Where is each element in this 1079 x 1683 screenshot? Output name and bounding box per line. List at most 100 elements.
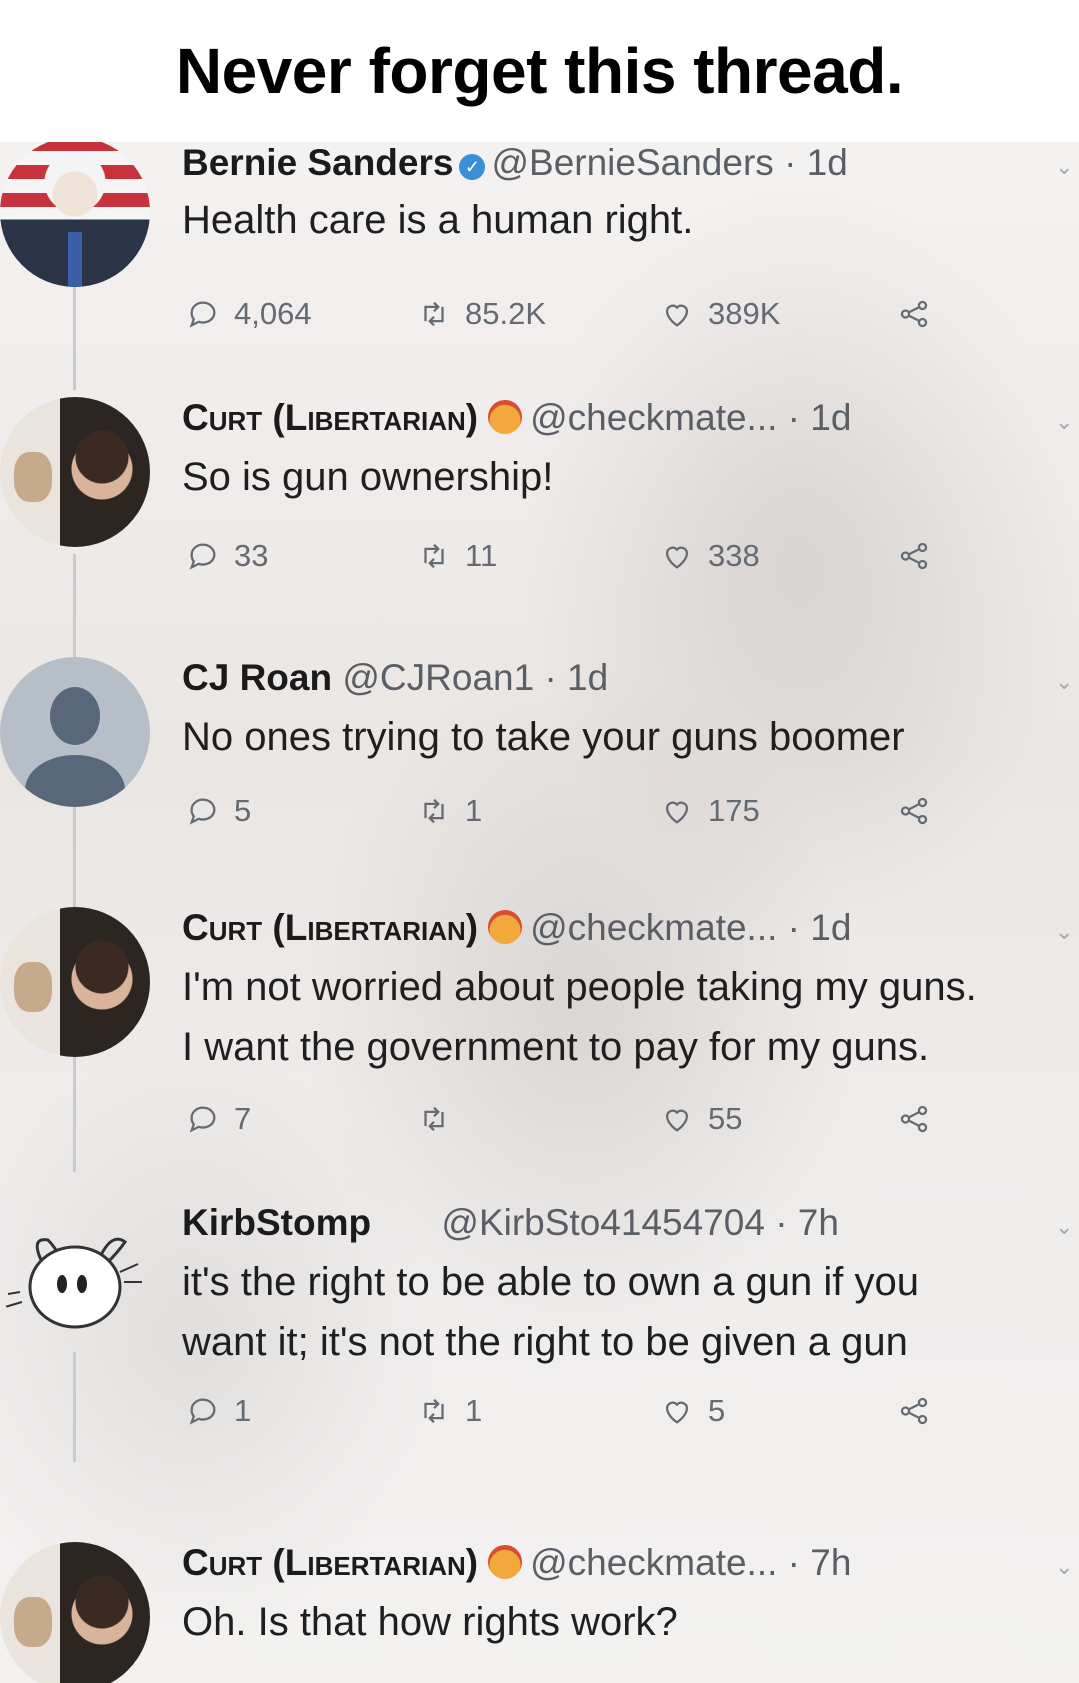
display-name[interactable]: Bernie Sanders [182, 142, 453, 183]
like-button[interactable]: 389K [660, 292, 780, 336]
chevron-down-icon[interactable]: ⌄ [1055, 154, 1073, 180]
tweet-actions: 5 1 175 [0, 789, 1079, 833]
like-count: 338 [708, 538, 760, 573]
like-button[interactable]: 5 [660, 1389, 725, 1433]
reply-bubble-icon [189, 301, 216, 328]
tweet-text: Oh. Is that how rights work? [182, 1600, 678, 1644]
retweet-count: 1 [465, 793, 483, 828]
reply-bubble-icon [189, 1398, 216, 1425]
tweet-header: CJ Roan @CJRoan1 · 1d [182, 657, 608, 699]
share-icon [900, 300, 928, 328]
retweet-button[interactable]: 1 [417, 789, 482, 833]
heart-icon [665, 546, 689, 569]
verified-badge-icon: ✓ [459, 154, 486, 180]
reply-button[interactable]: 1 [186, 1389, 251, 1433]
tweet-actions: 1 1 5 [0, 1389, 1079, 1433]
tweet-header: Bernie Sanders ✓ @BernieSanders · 1d [182, 142, 848, 184]
display-name[interactable]: Curt (Libertarian) [182, 907, 478, 948]
reply-button[interactable]: 33 [186, 534, 268, 578]
retweet-button[interactable]: 85.2K [417, 292, 546, 336]
retweet-count: 1 [465, 1393, 483, 1428]
share-button[interactable] [897, 1097, 931, 1141]
retweet-button[interactable]: 11 [417, 534, 497, 578]
reply-count: 4,064 [234, 296, 312, 331]
user-handle[interactable]: @checkmate... [530, 907, 777, 948]
share-button[interactable] [897, 292, 931, 336]
share-button[interactable] [897, 1389, 931, 1433]
user-handle[interactable]: @BernieSanders [491, 142, 773, 183]
retweet-icon [424, 301, 444, 327]
tweet-header: KirbStomp @KirbSto41454704 · 7h [182, 1202, 839, 1244]
chevron-down-icon[interactable]: ⌄ [1055, 919, 1073, 945]
retweet-icon [424, 1398, 444, 1424]
avatar[interactable] [0, 657, 150, 807]
share-icon [900, 797, 928, 825]
display-name[interactable]: KirbStomp [182, 1202, 371, 1243]
tweet-actions: 33 11 338 [0, 534, 1079, 578]
tweet-actions: 7 55 [0, 1097, 1079, 1141]
share-button[interactable] [897, 534, 931, 578]
avatar[interactable] [0, 1542, 150, 1683]
tweet-text: it's the right to be able to own a gun i… [182, 1260, 919, 1364]
chevron-down-icon[interactable]: ⌄ [1055, 1214, 1073, 1240]
like-button[interactable]: 338 [660, 534, 760, 578]
like-count: 175 [708, 793, 760, 828]
tweet-text: I'm not worried about people taking my g… [182, 965, 977, 1069]
like-button[interactable]: 175 [660, 789, 760, 833]
reply-button[interactable]: 7 [186, 1097, 251, 1141]
tweet-header: Curt (Libertarian) @checkmate... · 1d [182, 907, 851, 949]
heart-icon [665, 1109, 689, 1132]
angry-emoji-icon [488, 1545, 523, 1579]
tweet-header: Curt (Libertarian) @checkmate... · 1d [182, 397, 851, 439]
heart-icon [665, 304, 689, 327]
reply-button[interactable]: 4,064 [186, 292, 312, 336]
like-button[interactable]: 55 [660, 1097, 742, 1141]
tweet-text: No ones trying to take your guns boomer [182, 715, 905, 759]
reply-button[interactable]: 5 [186, 789, 251, 833]
retweet-button[interactable] [417, 1097, 465, 1141]
chevron-down-icon[interactable]: ⌄ [1055, 669, 1073, 695]
avatar[interactable] [0, 397, 150, 547]
tweet-thread-screenshot: Bernie Sanders ✓ @BernieSanders · 1d ⌄ Hea… [0, 142, 1079, 1683]
display-name[interactable]: CJ Roan [182, 657, 332, 698]
timestamp[interactable]: · 1d [788, 907, 852, 948]
retweet-count: 85.2K [465, 296, 547, 331]
reply-bubble-icon [189, 798, 216, 825]
user-handle[interactable]: @CJRoan1 [342, 657, 534, 698]
chevron-down-icon[interactable]: ⌄ [1055, 1554, 1073, 1580]
timestamp[interactable]: · 7h [775, 1202, 839, 1243]
display-name[interactable]: Curt (Libertarian) [182, 397, 478, 438]
share-icon [900, 542, 928, 570]
angry-emoji-icon [488, 400, 523, 434]
tweet-text: Health care is a human right. [182, 198, 694, 242]
reply-count: 5 [234, 793, 252, 828]
timestamp[interactable]: · 1d [544, 657, 608, 698]
user-handle[interactable]: @checkmate... [530, 1542, 777, 1583]
user-handle[interactable]: @checkmate... [530, 397, 777, 438]
display-name[interactable]: Curt (Libertarian) [182, 1542, 478, 1583]
share-icon [900, 1397, 928, 1425]
timestamp[interactable]: · 1d [784, 142, 848, 183]
like-count: 5 [708, 1393, 726, 1428]
avatar[interactable] [0, 1202, 150, 1352]
reply-count: 7 [234, 1101, 252, 1136]
heart-icon [665, 801, 689, 824]
reply-count: 33 [234, 538, 269, 573]
timestamp[interactable]: · 1d [788, 397, 852, 438]
kirby-doodle-icon [4, 1237, 142, 1329]
share-button[interactable] [897, 789, 931, 833]
retweet-count: 11 [465, 538, 498, 573]
meme-caption: Never forget this thread. [0, 0, 1079, 142]
reply-bubble-icon [189, 1106, 216, 1133]
avatar[interactable] [0, 142, 150, 287]
retweet-button[interactable]: 1 [417, 1389, 482, 1433]
share-icon [900, 1105, 928, 1133]
like-count: 389K [708, 296, 781, 331]
chevron-down-icon[interactable]: ⌄ [1055, 409, 1073, 435]
avatar[interactable] [0, 907, 150, 1057]
retweet-icon [424, 798, 444, 824]
user-handle[interactable]: @KirbSto41454704 [441, 1202, 765, 1243]
reply-bubble-icon [189, 543, 216, 570]
timestamp[interactable]: · 7h [788, 1542, 852, 1583]
heart-icon [665, 1401, 689, 1424]
